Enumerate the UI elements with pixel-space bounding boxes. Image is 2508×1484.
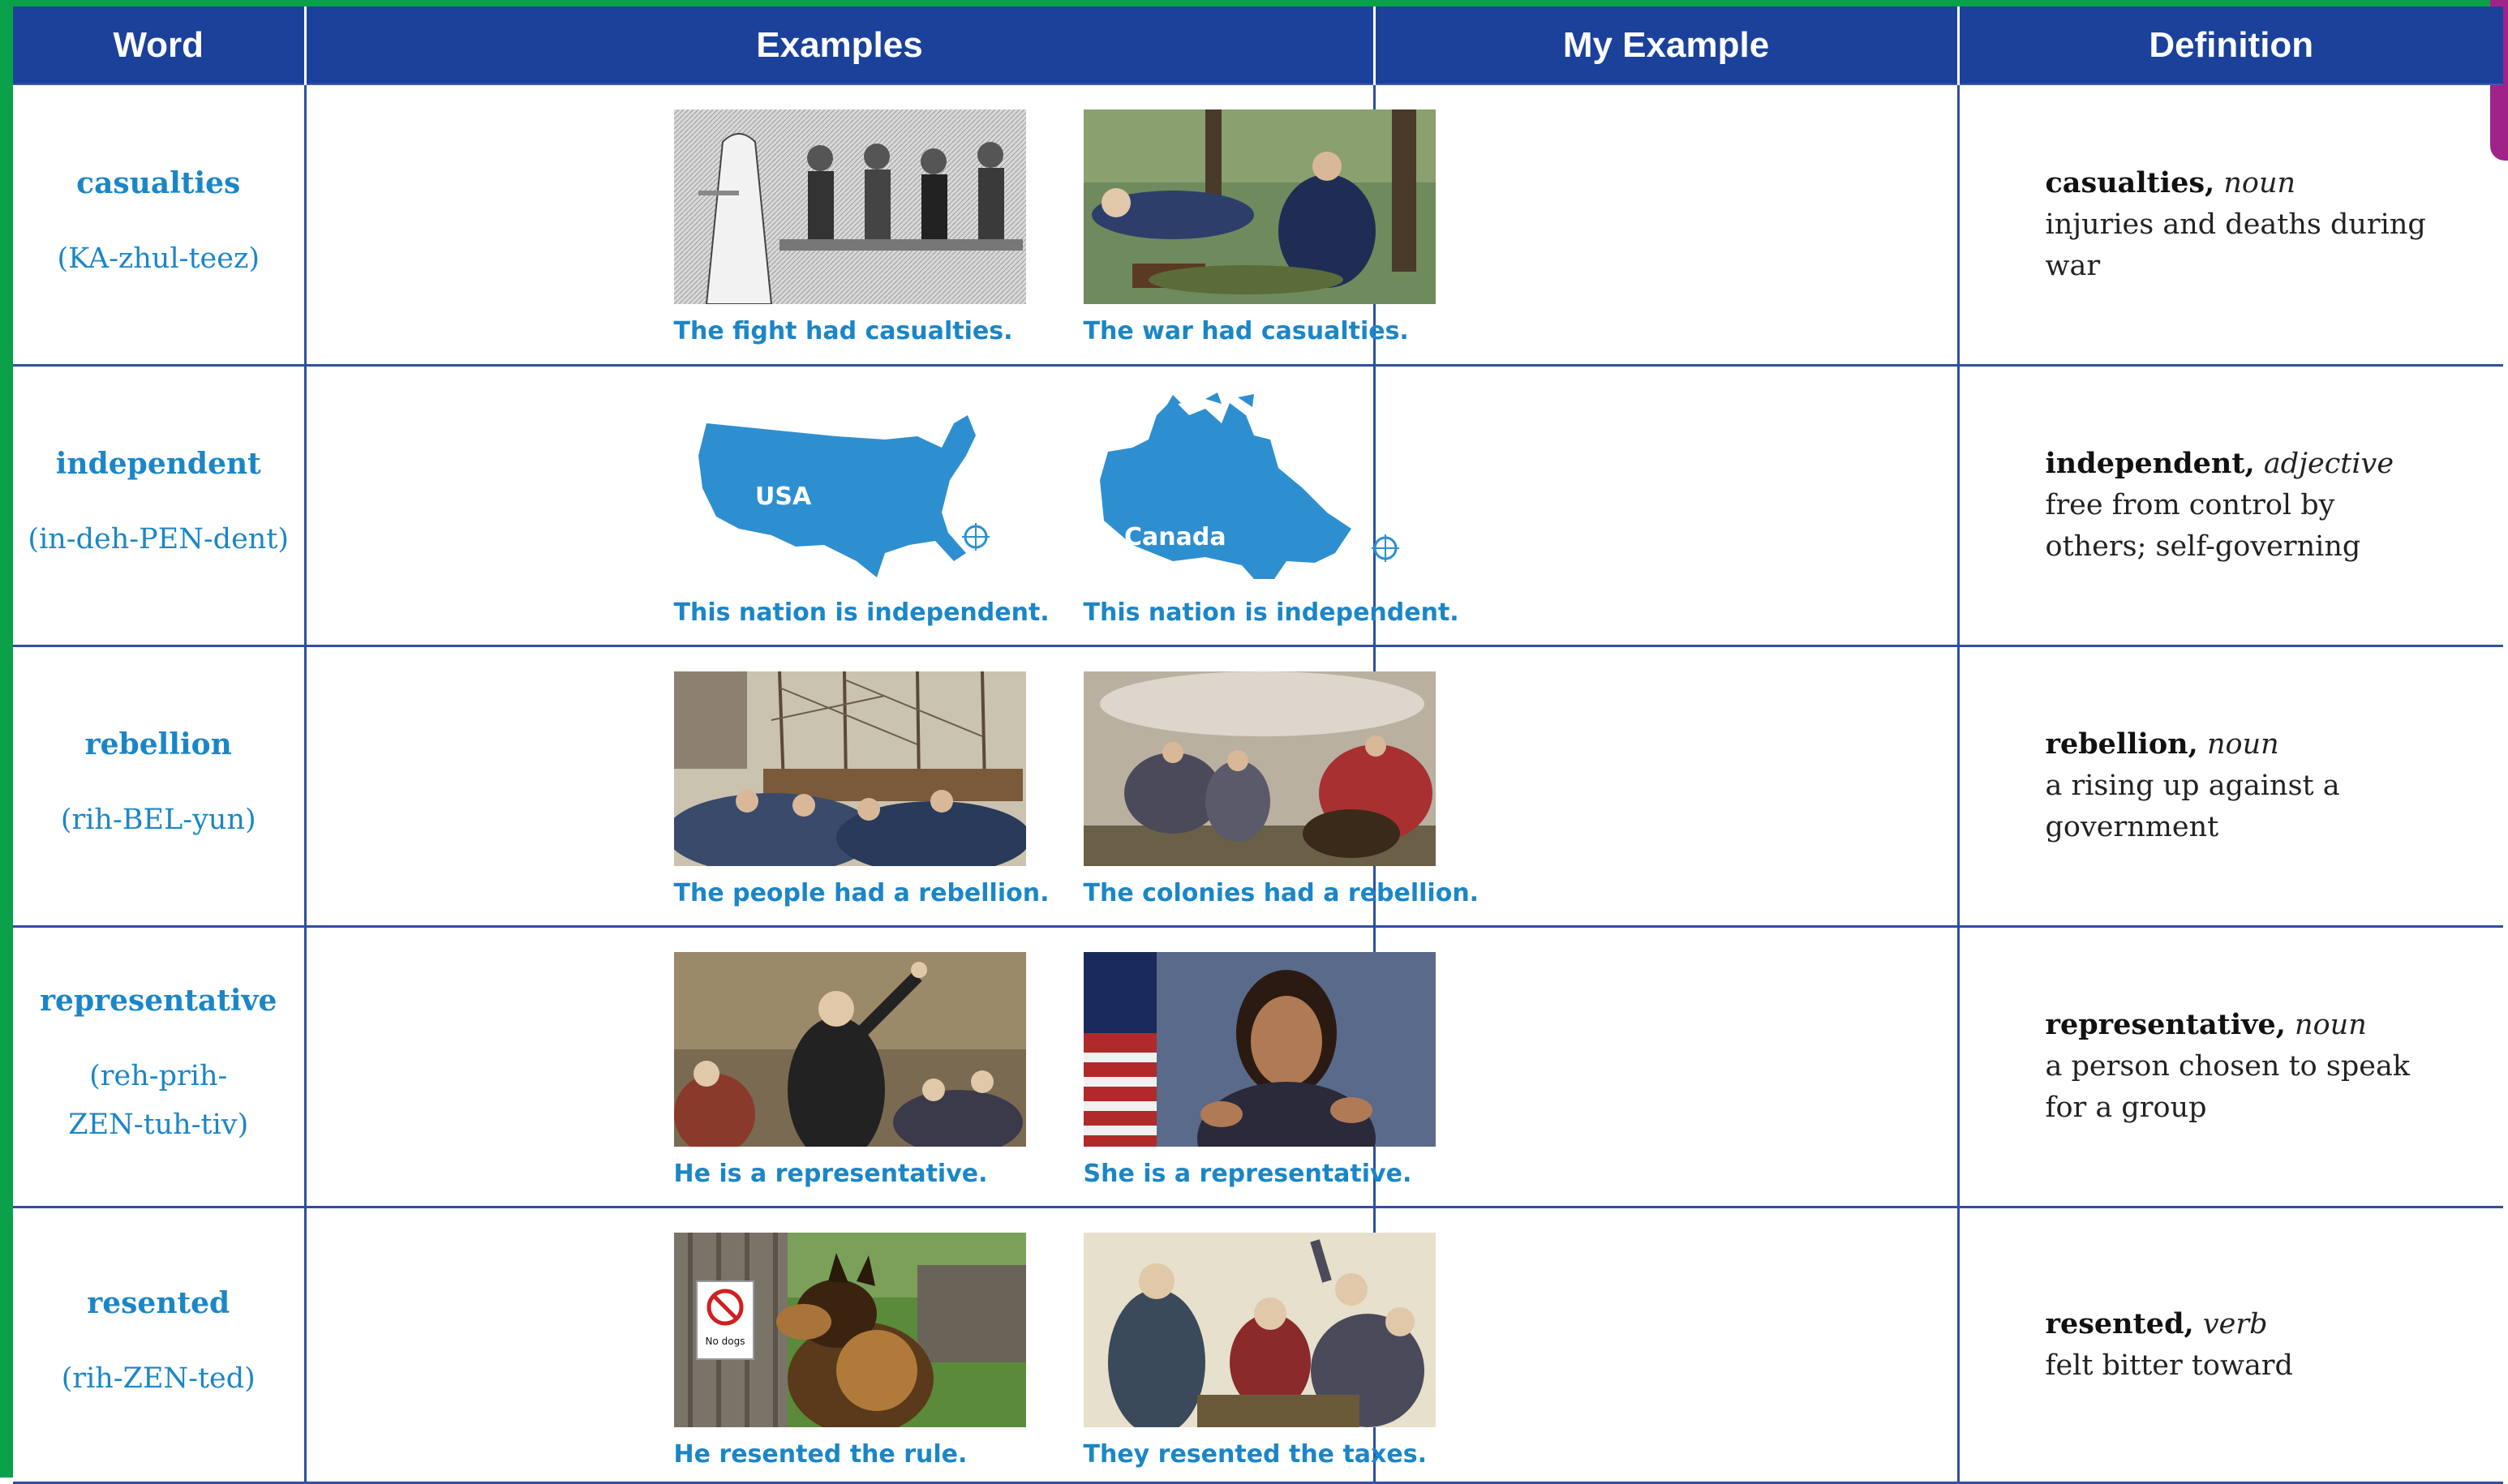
definition-cell: independent, adjective free from control… (1956, 364, 2503, 647)
usa-map-image: USA (698, 414, 990, 577)
pronunciation: (reh-prih-ZEN-tuh-tiv) (68, 1060, 249, 1141)
example-1: The fight had casualties. (673, 109, 1026, 345)
definition-text: felt bitter toward (2045, 1349, 2293, 1382)
example-image-dog: No dogs (673, 1232, 1026, 1427)
definition-cell: rebellion, noun a rising up against a go… (1956, 645, 2503, 928)
header-my-example: My Example (1372, 6, 1958, 84)
examples-cell: The people had a rebellion. The colonies… (303, 645, 1479, 928)
example-2: The colonies had a rebellion. (1083, 671, 1479, 907)
example-2: She is a representative. (1083, 951, 1436, 1188)
example-caption: She is a representative. (1083, 1159, 1412, 1188)
vocabulary-table: Word Examples My Example Definition casu… (13, 6, 2503, 1484)
example-caption: This nation is independent. (1083, 598, 1459, 627)
example-2: They resented the taxes. (1083, 1232, 1436, 1469)
example-2: The war had casualties. (1083, 109, 1436, 345)
example-image-official-photo (1083, 951, 1436, 1147)
definition-text: a rising up against a government (2045, 770, 2340, 843)
sign-text: No dogs (705, 1336, 745, 1347)
definition-text: injuries and deaths during war (2045, 208, 2426, 282)
top-green-border (0, 0, 2508, 6)
header-definition: Definition (1956, 6, 2503, 84)
example-image-colonial-meeting (1083, 1232, 1436, 1427)
word-cell: resented (rih-ZEN-ted) (13, 1206, 307, 1484)
example-image-battle (1083, 671, 1436, 866)
example-caption: They resented the taxes. (1083, 1439, 1428, 1469)
vocab-word: casualties (76, 165, 241, 200)
vocab-word: resented (87, 1286, 230, 1320)
example-1: The people had a rebellion. (673, 671, 1050, 907)
definition-text: free from control by others; self-govern… (2045, 489, 2361, 563)
my-example-cell[interactable] (1372, 925, 1960, 1208)
pronunciation: (rih-ZEN-ted) (61, 1362, 256, 1395)
word-cell: independent (in-deh-PEN-dent) (13, 364, 307, 647)
example-caption: This nation is independent. (673, 598, 1050, 627)
example-1: He is a representative. (673, 951, 1026, 1188)
definition-cell: casualties, noun injuries and deaths dur… (1956, 84, 2503, 367)
examples-cell: He is a representative. She is a represe… (303, 925, 1436, 1208)
definition-term: representative, (2045, 1008, 2286, 1041)
example-caption: He resented the rule. (673, 1439, 968, 1469)
header-examples: Examples (303, 6, 1374, 84)
definition-cell: representative, noun a person chosen to … (1956, 925, 2503, 1208)
definition-term: casualties, (2045, 165, 2215, 199)
part-of-speech: verb (2202, 1307, 2268, 1340)
header-word: Word (13, 6, 305, 84)
examples-cell: No dogs He resented the rule. They resen… (303, 1206, 1436, 1484)
definition-text: a person chosen to speak for a group (2045, 1050, 2411, 1124)
map-label: USA (755, 483, 812, 511)
table-row: casualties (KA-zhul-teez) The fight had … (13, 84, 2503, 367)
pronunciation: (rih-BEL-yun) (60, 804, 256, 836)
my-example-cell[interactable] (1372, 364, 1960, 647)
examples-cell: USA This nation is independent. Canada T… (303, 364, 1459, 647)
example-caption: The people had a rebellion. (673, 878, 1050, 907)
part-of-speech: noun (2295, 1009, 2367, 1041)
compass-icon (961, 522, 990, 551)
example-image-harbor-crowd (673, 671, 1026, 866)
compass-icon (1371, 534, 1399, 562)
canada-map-image: Canada (1099, 392, 1399, 579)
definition-term: resented, (2045, 1306, 2194, 1340)
example-1: No dogs He resented the rule. (673, 1232, 1026, 1469)
word-cell: representative (reh-prih-ZEN-tuh-tiv) (13, 925, 307, 1208)
example-1: USA This nation is independent. (673, 391, 1050, 627)
example-caption: The colonies had a rebellion. (1083, 878, 1479, 907)
definition-term: rebellion, (2045, 727, 2198, 761)
pronunciation: (in-deh-PEN-dent) (28, 523, 290, 555)
word-cell: rebellion (rih-BEL-yun) (13, 645, 307, 928)
examples-cell: The fight had casualties. The war had ca… (303, 84, 1436, 367)
example-2: Canada This nation is independent. (1083, 391, 1459, 627)
vocab-word: rebellion (84, 727, 232, 761)
definition-cell: resented, verb felt bitter toward (1956, 1206, 2503, 1484)
pronunciation: (KA-zhul-teez) (57, 242, 260, 275)
example-image-painting (1083, 109, 1436, 304)
vocab-word: representative (40, 984, 277, 1018)
table-row: representative (reh-prih-ZEN-tuh-tiv) He… (13, 925, 2503, 1208)
header-row: Word Examples My Example Definition (13, 6, 2503, 84)
vocabulary-page: Word Examples My Example Definition casu… (0, 0, 2508, 1484)
map-label: Canada (1124, 523, 1226, 551)
my-example-cell[interactable] (1372, 84, 1960, 367)
example-image-engraving (673, 109, 1026, 304)
table-row: rebellion (rih-BEL-yun) The people had a… (13, 645, 2503, 928)
part-of-speech: noun (2206, 728, 2279, 761)
part-of-speech: adjective (2263, 448, 2394, 480)
example-caption: The fight had casualties. (673, 317, 1013, 345)
word-cell: casualties (KA-zhul-teez) (13, 84, 307, 367)
example-caption: He is a representative. (673, 1159, 988, 1188)
my-example-cell[interactable] (1372, 1206, 1960, 1484)
left-green-border (0, 0, 13, 1478)
part-of-speech: noun (2223, 166, 2296, 199)
table-row: resented (rih-ZEN-ted) No dogs He resent… (13, 1206, 2503, 1484)
definition-term: independent, (2045, 447, 2255, 480)
example-caption: The war had casualties. (1083, 317, 1409, 345)
vocab-word: independent (55, 447, 261, 481)
table-row: independent (in-deh-PEN-dent) USA This n… (13, 364, 2503, 647)
example-image-speaker (673, 951, 1026, 1147)
